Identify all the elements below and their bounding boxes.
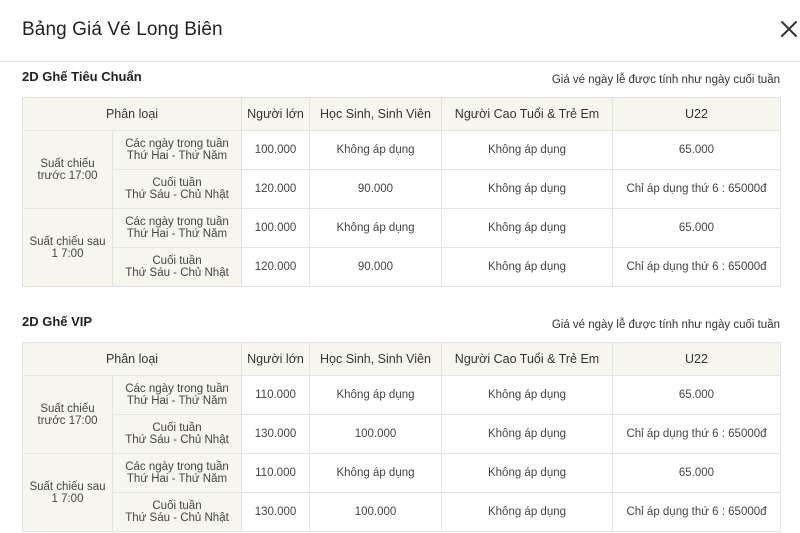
price-adult: 130.000 xyxy=(241,414,310,454)
day-type-cell: Cuối tuần Thứ Sáu - Chủ Nhật xyxy=(112,492,242,532)
showtime-cell: Suất chiếu sau 1 7:00 xyxy=(22,453,113,532)
day-type-label: Các ngày trong tuần xyxy=(125,461,229,473)
modal-header: Bảng Giá Vé Long Biên xyxy=(0,0,800,62)
section-vip: 2D Ghế VIP Giá vé ngày lễ được tính như … xyxy=(22,311,782,533)
price-senior-child: Không áp dụng xyxy=(441,208,613,248)
header-senior-child: Người Cao Tuổi & Trẻ Em xyxy=(441,97,613,131)
price-table: Phân loại Người lớn Học Sinh, Sinh Viên … xyxy=(22,342,781,532)
price-student: Không áp dụng xyxy=(309,208,442,248)
day-type-label: Cuối tuần xyxy=(152,255,202,267)
price-student: 90.000 xyxy=(309,247,442,287)
header-senior-child: Người Cao Tuổi & Trẻ Em xyxy=(441,342,613,376)
holiday-note: Giá vé ngày lễ được tính như ngày cuối t… xyxy=(551,74,780,86)
day-type-cell: Các ngày trong tuần Thứ Hai - Thứ Năm xyxy=(112,453,242,493)
header-classification: Phân loại xyxy=(22,97,242,131)
price-senior-child: Không áp dụng xyxy=(441,414,613,454)
day-range-label: Thứ Hai - Thứ Năm xyxy=(126,395,228,407)
table-row: Cuối tuần Thứ Sáu - Chủ Nhật 120.000 90.0… xyxy=(23,247,781,287)
price-senior-child: Không áp dụng xyxy=(441,130,613,170)
price-u22: 65.000 xyxy=(612,130,781,170)
header-student: Học Sinh, Sinh Viên xyxy=(309,97,442,131)
section-standard: 2D Ghế Tiêu Chuẩn Giá vé ngày lễ được tí… xyxy=(22,66,782,288)
price-u22: Chỉ áp dụng thứ 6 : 65000đ xyxy=(612,247,781,287)
day-range-label: Thứ Sáu - Chủ Nhật xyxy=(125,434,229,446)
day-range-label: Thứ Hai - Thứ Năm xyxy=(126,473,228,485)
day-type-cell: Các ngày trong tuần Thứ Hai - Thứ Năm xyxy=(112,375,242,415)
section-title: 2D Ghế VIP xyxy=(22,314,93,329)
price-adult: 100.000 xyxy=(241,130,310,170)
table-header-row: Phân loại Người lớn Học Sinh, Sinh Viên … xyxy=(22,97,781,131)
price-senior-child: Không áp dụng xyxy=(441,375,613,415)
price-student: 100.000 xyxy=(309,492,442,532)
header-student: Học Sinh, Sinh Viên xyxy=(309,342,442,376)
price-adult: 120.000 xyxy=(241,169,310,209)
day-type-cell: Các ngày trong tuần Thứ Hai - Thứ Năm xyxy=(112,130,242,170)
modal-title: Bảng Giá Vé Long Biên xyxy=(22,19,223,40)
day-type-label: Các ngày trong tuần xyxy=(125,138,229,150)
close-icon[interactable] xyxy=(778,18,800,40)
section-title: 2D Ghế Tiêu Chuẩn xyxy=(22,69,142,84)
price-senior-child: Không áp dụng xyxy=(441,453,613,493)
day-type-label: Các ngày trong tuần xyxy=(125,216,229,228)
table-row: Suất chiếu trước 17:00 Các ngày trong tu… xyxy=(22,130,781,209)
table-header-row: Phân loại Người lớn Học Sinh, Sinh Viên … xyxy=(22,342,781,376)
price-u22: Chỉ áp dụng thứ 6 : 65000đ xyxy=(612,414,781,454)
price-adult: 100.000 xyxy=(241,208,310,248)
price-adult: 120.000 xyxy=(241,247,310,287)
day-range-label: Thứ Sáu - Chủ Nhật xyxy=(125,512,229,524)
showtime-cell: Suất chiếu sau 1 7:00 xyxy=(22,208,113,287)
day-type-label: Cuối tuần xyxy=(152,177,202,189)
price-senior-child: Không áp dụng xyxy=(441,247,613,287)
table-row: Cuối tuần Thứ Sáu - Chủ Nhật 120.000 90.0… xyxy=(23,169,781,209)
table-row: Cuối tuần Thứ Sáu - Chủ Nhật 130.000 100.… xyxy=(23,492,781,532)
day-type-label: Cuối tuần xyxy=(152,422,202,434)
price-student: Không áp dụng xyxy=(309,130,442,170)
price-student: Không áp dụng xyxy=(309,453,442,493)
day-type-label: Cuối tuần xyxy=(152,500,202,512)
price-adult: 110.000 xyxy=(241,453,310,493)
price-student: Không áp dụng xyxy=(309,375,442,415)
price-u22: 65.000 xyxy=(612,208,781,248)
header-classification: Phân loại xyxy=(22,342,242,376)
table-row: Suất chiếu trước 17:00 Các ngày trong tu… xyxy=(22,375,781,454)
header-adult: Người lớn xyxy=(241,342,310,376)
showtime-cell: Suất chiếu trước 17:00 xyxy=(22,375,113,454)
price-student: 100.000 xyxy=(309,414,442,454)
header-u22: U22 xyxy=(612,97,781,131)
day-range-label: Thứ Hai - Thứ Năm xyxy=(126,150,228,162)
price-table: Phân loại Người lớn Học Sinh, Sinh Viên … xyxy=(22,97,781,287)
price-adult: 110.000 xyxy=(241,375,310,415)
price-senior-child: Không áp dụng xyxy=(441,169,613,209)
day-type-cell: Cuối tuần Thứ Sáu - Chủ Nhật xyxy=(112,414,242,454)
price-u22: 65.000 xyxy=(612,375,781,415)
table-row: Cuối tuần Thứ Sáu - Chủ Nhật 130.000 100.… xyxy=(23,414,781,454)
header-u22: U22 xyxy=(612,342,781,376)
price-senior-child: Không áp dụng xyxy=(441,492,613,532)
header-adult: Người lớn xyxy=(241,97,310,131)
table-row: Suất chiếu sau 1 7:00 Các ngày trong tuầ… xyxy=(22,208,781,287)
showtime-cell: Suất chiếu trước 17:00 xyxy=(22,130,113,209)
day-range-label: Thứ Hai - Thứ Năm xyxy=(126,228,228,240)
price-adult: 130.000 xyxy=(241,492,310,532)
day-type-cell: Cuối tuần Thứ Sáu - Chủ Nhật xyxy=(112,169,242,209)
holiday-note: Giá vé ngày lễ được tính như ngày cuối t… xyxy=(551,319,780,331)
price-u22: Chỉ áp dụng thứ 6 : 65000đ xyxy=(612,492,781,532)
price-u22: Chỉ áp dụng thứ 6 : 65000đ xyxy=(612,169,781,209)
day-type-cell: Các ngày trong tuần Thứ Hai - Thứ Năm xyxy=(112,208,242,248)
day-range-label: Thứ Sáu - Chủ Nhật xyxy=(125,189,229,201)
table-row: Suất chiếu sau 1 7:00 Các ngày trong tuầ… xyxy=(22,453,781,532)
day-type-cell: Cuối tuần Thứ Sáu - Chủ Nhật xyxy=(112,247,242,287)
day-range-label: Thứ Sáu - Chủ Nhật xyxy=(125,267,229,279)
price-u22: 65.000 xyxy=(612,453,781,493)
day-type-label: Các ngày trong tuần xyxy=(125,383,229,395)
price-student: 90.000 xyxy=(309,169,442,209)
